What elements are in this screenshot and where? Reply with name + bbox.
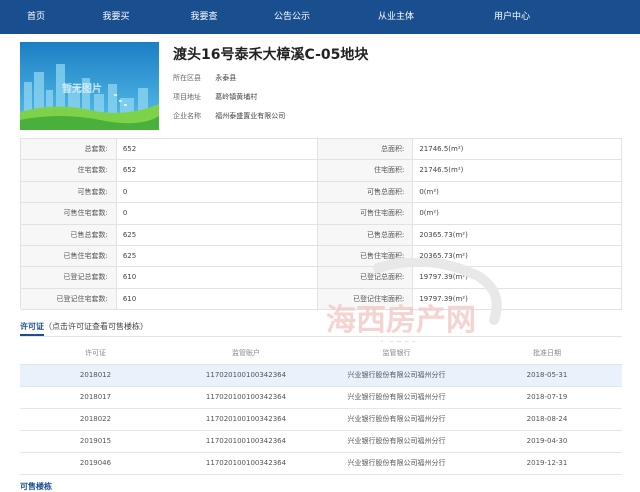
nav-item-search[interactable]: 我要查 — [160, 0, 248, 34]
nav-item-home[interactable]: 首页 — [0, 0, 72, 34]
project-thumbnail: 暂无图片 — [20, 42, 159, 130]
permit-row[interactable]: 2019015 117020100100342364 兴业银行股份有限公司福州分行 2… — [20, 430, 622, 453]
stats-label: 可售住宅面积: — [317, 203, 414, 224]
stats-value: 652 — [116, 139, 318, 160]
permit-row[interactable]: 2018017 117020100100342364 兴业银行股份有限公司福州分行 2… — [20, 386, 622, 409]
date-cell: 2019-04-30 — [472, 430, 622, 453]
stats-value: 20365.73(m²) — [413, 224, 622, 245]
meta-district: 所在区县 永泰县 — [173, 73, 236, 83]
stats-label: 总套数: — [21, 139, 117, 160]
bank-cell: 兴业银行股份有限公司福州分行 — [321, 364, 472, 387]
permit-number-link[interactable]: 2018022 — [20, 408, 171, 431]
stats-value: 0 — [116, 181, 318, 203]
nav-item-user-center[interactable]: 用户中心 — [456, 0, 568, 34]
stats-label: 已登记总面积: — [317, 267, 414, 288]
permit-row[interactable]: 2019046 117020100100342364 兴业银行股份有限公司福州分行 2… — [20, 452, 622, 475]
permit-section-divider — [20, 336, 622, 337]
stats-value: 610 — [116, 267, 318, 288]
stats-label: 已登记总套数: — [21, 267, 117, 288]
account-cell: 117020100100342364 — [171, 364, 321, 387]
account-cell: 117020100100342364 — [171, 452, 321, 475]
stats-label: 已售住宅面积: — [317, 245, 414, 267]
header-date: 批准日期 — [472, 342, 622, 365]
stats-value: 21746.5(m²) — [413, 139, 622, 160]
date-cell: 2019-12-31 — [472, 452, 622, 475]
stats-row: 已登记总套数: 610 已登记总面积: 19797.39(m²) — [21, 267, 622, 289]
stats-value: 0 — [116, 203, 318, 224]
stats-value: 21746.5(m²) — [413, 160, 622, 181]
stats-label: 住宅套数: — [21, 160, 117, 181]
stats-label: 已登记住宅面积: — [317, 288, 414, 309]
permit-table: 许可证 监管账户 监管银行 批准日期 2018012 11702010010034… — [20, 342, 622, 475]
account-cell: 117020100100342364 — [171, 386, 321, 409]
no-image-caption: 暂无图片 — [62, 82, 102, 95]
account-cell: 117020100100342364 — [171, 430, 321, 453]
stats-value: 625 — [116, 224, 318, 245]
permit-number-link[interactable]: 2019046 — [20, 452, 171, 475]
date-cell: 2018-05-31 — [472, 364, 622, 387]
bank-cell: 兴业银行股份有限公司福州分行 — [321, 408, 472, 431]
permit-number-link[interactable]: 2019015 — [20, 430, 171, 453]
stats-table: 总套数: 652 总面积: 21746.5(m²) 住宅套数: 652 住宅面积: 21746… — [20, 138, 622, 310]
nav-item-entities[interactable]: 从业主体 — [336, 0, 456, 34]
meta-company: 企业名称 福州泰盛置业有限公司 — [173, 111, 285, 121]
stats-row: 可售套数: 0 可售总面积: 0(m²) — [21, 181, 622, 204]
stats-label: 已售总套数: — [21, 224, 117, 245]
stats-label: 总面积: — [317, 139, 414, 160]
stats-row: 可售住宅套数: 0 可售住宅面积: 0(m²) — [21, 203, 622, 225]
header-permit: 许可证 — [20, 342, 171, 365]
stats-value: 610 — [116, 288, 318, 309]
stats-value: 19797.39(m²) — [413, 267, 622, 288]
permit-number-link[interactable]: 2018017 — [20, 386, 171, 409]
meta-district-value: 永泰县 — [215, 74, 237, 82]
stats-value: 625 — [116, 245, 318, 267]
meta-company-label: 企业名称 — [173, 112, 201, 120]
stats-value: 19797.39(m²) — [413, 288, 622, 309]
permit-section-heading: 许可证（点击许可证查看可售楼栋） — [20, 321, 148, 332]
permit-section-title: 许可证 — [20, 322, 44, 331]
stats-label: 可售总面积: — [317, 181, 414, 203]
stats-label: 住宅面积: — [317, 160, 414, 181]
meta-district-label: 所在区县 — [173, 74, 201, 82]
header-account: 监管账户 — [171, 342, 321, 365]
bank-cell: 兴业银行股份有限公司福州分行 — [321, 430, 472, 453]
account-cell: 117020100100342364 — [171, 408, 321, 431]
stats-value: 0(m²) — [413, 203, 622, 224]
stats-row: 住宅套数: 652 住宅面积: 21746.5(m²) — [21, 160, 622, 182]
stats-value: 652 — [116, 160, 318, 181]
stats-row: 已售住宅套数: 625 已售住宅面积: 20365.73(m²) — [21, 245, 622, 268]
bank-cell: 兴业银行股份有限公司福州分行 — [321, 452, 472, 475]
top-nav: 首页 我要买 我要查 公告公示 从业主体 用户中心 — [0, 0, 640, 34]
bank-cell: 兴业银行股份有限公司福州分行 — [321, 386, 472, 409]
stats-label: 可售套数: — [21, 181, 117, 203]
permit-row[interactable]: 2018012 117020100100342364 兴业银行股份有限公司福州分行 2… — [20, 364, 622, 387]
stats-label: 已登记住宅套数: — [21, 288, 117, 309]
stats-label: 已售总面积: — [317, 224, 414, 245]
permit-section-hint: （点击许可证查看可售楼栋） — [44, 322, 148, 331]
nav-item-notices[interactable]: 公告公示 — [248, 0, 336, 34]
stats-row: 总套数: 652 总面积: 21746.5(m²) — [21, 139, 622, 161]
stats-value: 20365.73(m²) — [413, 245, 622, 267]
sale-section-title: 可售楼栋 — [20, 482, 52, 491]
date-cell: 2018-08-24 — [472, 408, 622, 431]
nav-item-buy[interactable]: 我要买 — [72, 0, 160, 34]
date-cell: 2018-07-19 — [472, 386, 622, 409]
stats-label: 已售住宅套数: — [21, 245, 117, 267]
meta-address-value: 葛岭镇黄埔村 — [215, 93, 258, 101]
permit-row[interactable]: 2018022 117020100100342364 兴业银行股份有限公司福州分行 2… — [20, 408, 622, 431]
permit-table-header: 许可证 监管账户 监管银行 批准日期 — [20, 342, 622, 365]
stats-value: 0(m²) — [413, 181, 622, 203]
meta-address: 项目地址 葛岭镇黄埔村 — [173, 92, 257, 102]
meta-company-value: 福州泰盛置业有限公司 — [215, 112, 286, 120]
stats-label: 可售住宅套数: — [21, 203, 117, 224]
header-bank: 监管银行 — [321, 342, 472, 365]
stats-row: 已售总套数: 625 已售总面积: 20365.73(m²) — [21, 224, 622, 246]
city-skyline-image: 暂无图片 — [20, 42, 159, 130]
permit-number-link[interactable]: 2018012 — [20, 364, 171, 387]
stats-row: 已登记住宅套数: 610 已登记住宅面积: 19797.39(m²) — [21, 288, 622, 310]
meta-address-label: 项目地址 — [173, 93, 201, 101]
project-title: 渡头16号泰禾大樟溪C-05地块 — [173, 47, 369, 63]
